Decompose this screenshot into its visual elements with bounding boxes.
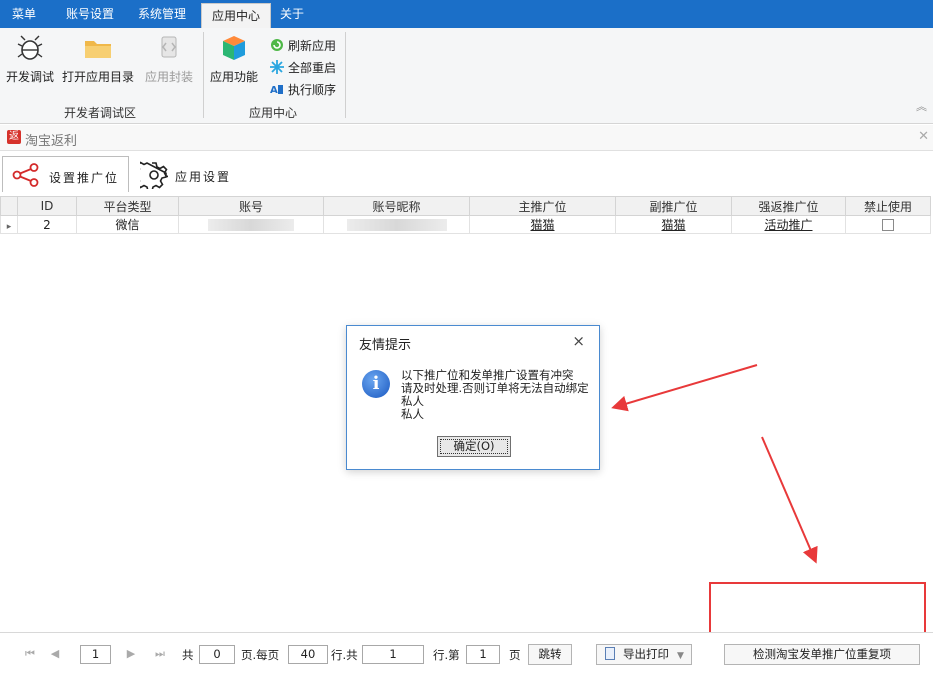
per-page-label: 页.每页 xyxy=(241,648,280,662)
next-page-icon[interactable]: ▶ xyxy=(121,645,141,663)
total-label: 共 xyxy=(182,648,194,662)
page-input[interactable]: 1 xyxy=(80,645,111,664)
row-label: 行.第 xyxy=(433,648,460,662)
red-arrow-to-dialog xyxy=(611,364,758,412)
export-print-label: 导出打印 xyxy=(623,647,669,661)
per-page-input[interactable]: 40 xyxy=(288,645,328,664)
check-duplicate-slots-button[interactable]: 检测淘宝发单推广位重复项 xyxy=(724,644,920,665)
rows-total-label: 行.共 xyxy=(331,648,358,662)
last-page-icon[interactable]: ⏭ xyxy=(150,645,170,663)
jump-button[interactable]: 跳转 xyxy=(528,644,572,665)
document-icon xyxy=(605,647,615,660)
pager-bar: ⏮ ◀ 1 ▶ ⏭ 共 0 页.每页 40 行.共 1 行.第 1 页 跳转 导… xyxy=(0,632,933,672)
first-page-icon[interactable]: ⏮ xyxy=(20,645,40,663)
page-label: 页 xyxy=(509,648,521,662)
red-arrow-to-button xyxy=(761,436,818,564)
rows-total-field: 1 xyxy=(362,645,424,664)
current-page-input[interactable]: 1 xyxy=(466,645,500,664)
prev-page-icon[interactable]: ◀ xyxy=(45,645,65,663)
dropdown-arrow-icon: ▼ xyxy=(677,651,684,661)
total-pages-field: 0 xyxy=(199,645,235,664)
export-print-button[interactable]: 导出打印 ▼ xyxy=(596,644,692,665)
